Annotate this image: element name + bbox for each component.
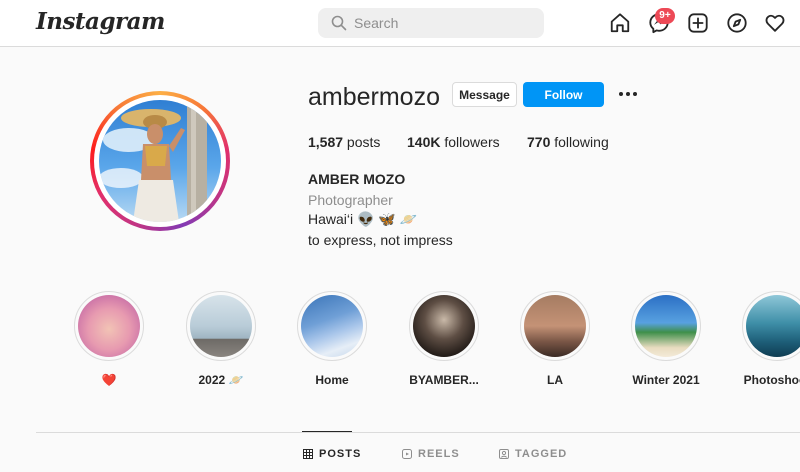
search-box[interactable] [318,8,544,38]
tab-tagged[interactable]: TAGGED [499,448,567,460]
more-options-icon[interactable] [618,87,638,101]
highlight-item[interactable]: Home [282,291,382,387]
highlight-cover [524,295,586,357]
tab-label: POSTS [319,448,362,460]
profile-avatar [99,100,221,222]
highlight-item[interactable]: LA [505,291,605,387]
search-icon [331,15,347,31]
highlight-label: Home [315,373,349,387]
highlight-cover [301,295,363,357]
profile-full-name: AMBER MOZO [308,171,406,187]
following-link[interactable]: 770 following [527,134,609,150]
tab-reels[interactable]: REELS [402,448,460,460]
tab-label: TAGGED [515,448,568,460]
avatar-photo-illustration [99,100,207,222]
active-tab-indicator [302,431,352,432]
highlight-cover [190,295,252,357]
highlight-cover [413,295,475,357]
profile-bio-line: Hawai‘i 👽 🦋 🪐 [308,211,418,227]
highlight-item[interactable]: Winter 2021 [616,291,716,387]
instagram-logo[interactable]: Instagram [36,8,165,35]
notification-badge: 9+ [655,8,675,24]
highlight-item[interactable]: BYAMBER... [394,291,494,387]
highlight-label: ❤️ [101,373,117,387]
new-post-icon[interactable] [687,12,709,34]
highlight-label: 2022 🪐 [198,373,244,387]
follow-button[interactable]: Follow [523,82,604,107]
tagged-person-icon [499,449,509,459]
tab-label: REELS [418,448,460,460]
tabs-divider [36,432,800,433]
reels-icon [402,449,412,459]
highlight-item[interactable]: Photoshoot [727,291,800,387]
grid-icon [303,449,313,459]
profile-bio-line: to express, not impress [308,232,453,248]
activity-heart-icon[interactable] [764,12,786,34]
highlight-label: LA [547,373,563,387]
highlight-label: BYAMBER... [409,373,479,387]
explore-compass-icon[interactable] [726,12,748,34]
highlight-item[interactable]: 2022 🪐 [171,291,271,387]
followers-link[interactable]: 140K followers [407,134,500,150]
profile-category: Photographer [308,192,393,208]
highlight-cover [746,295,800,357]
highlight-cover [635,295,697,357]
tab-posts[interactable]: POSTS [303,448,361,460]
highlight-item[interactable]: ❤️ [59,291,159,387]
highlight-cover [78,295,140,357]
profile-username: ambermozo [308,83,440,111]
profile-avatar-story-ring[interactable] [90,91,230,231]
top-navigation-bar: Instagram 9+ [0,0,800,47]
home-icon[interactable] [609,12,631,34]
message-button[interactable]: Message [452,82,517,107]
highlight-label: Winter 2021 [632,373,700,387]
highlight-label: Photoshoot [743,373,800,387]
posts-count: 1,587 posts [308,134,381,150]
search-input[interactable] [354,14,534,32]
